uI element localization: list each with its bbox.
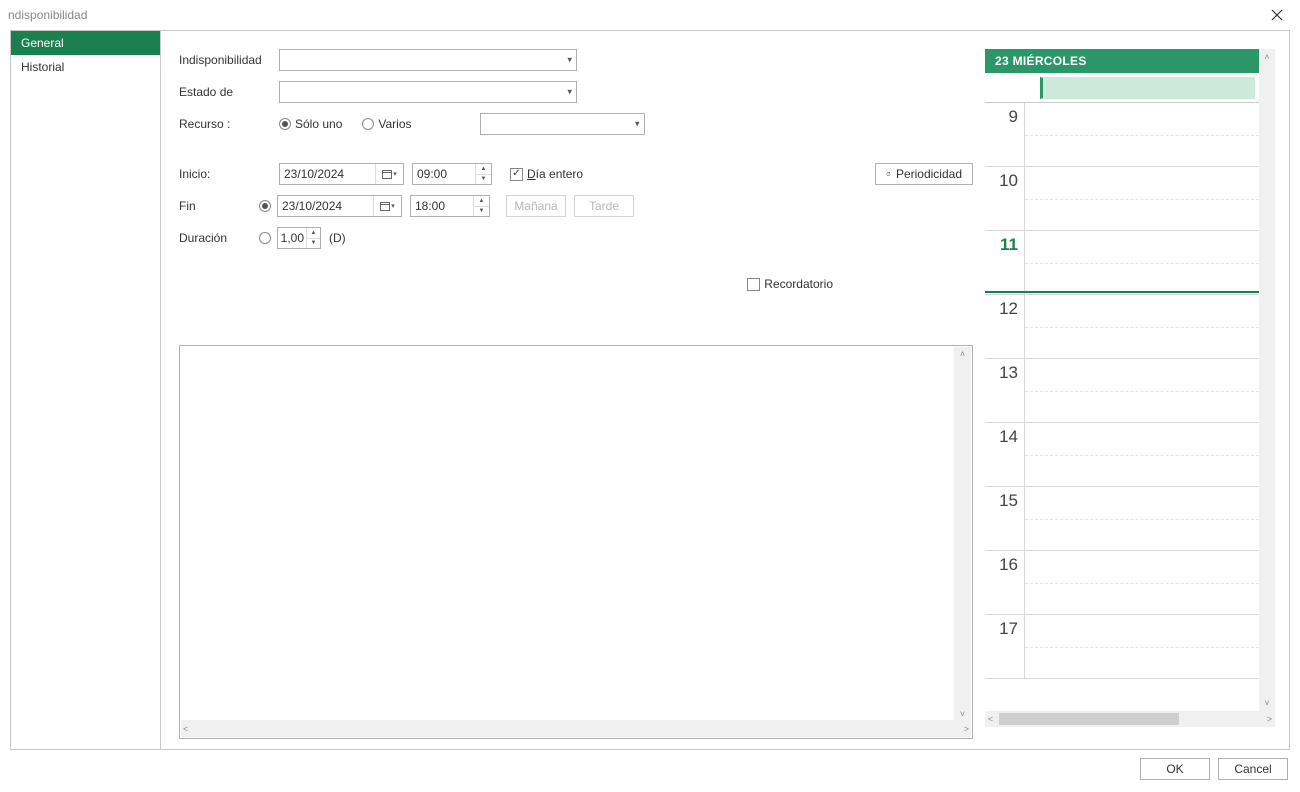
radio-dot-icon <box>362 118 374 130</box>
refresh-icon <box>886 168 891 180</box>
hour-label: 10 <box>985 167 1025 231</box>
spin-up-icon[interactable]: ▲ <box>476 164 491 175</box>
hour-slot[interactable] <box>1025 487 1259 551</box>
ok-button[interactable]: OK <box>1140 758 1210 780</box>
hour-slot[interactable] <box>1025 615 1259 679</box>
time-inicio[interactable]: 09:00 ▲▼ <box>412 163 492 185</box>
scrollbar-vertical[interactable]: ˄ ˅ <box>954 347 971 721</box>
hour-slot[interactable] <box>1025 231 1259 295</box>
spin-up-icon[interactable]: ▲ <box>307 228 320 239</box>
spin-down-icon[interactable]: ▼ <box>474 207 489 217</box>
hour-label: 14 <box>985 423 1025 487</box>
date-inicio[interactable]: 23/10/2024 ▾ <box>279 163 404 185</box>
hour-slot[interactable] <box>1025 551 1259 615</box>
label-recurso: Recurso : <box>179 117 279 131</box>
scroll-right-icon[interactable]: ˃ <box>964 724 969 734</box>
radio-dot-icon <box>279 118 291 130</box>
hour-label: 9 <box>985 103 1025 167</box>
scroll-down-icon[interactable]: ˅ <box>1264 698 1269 708</box>
scrollbar-horizontal[interactable]: ˂ ˃ <box>181 720 971 737</box>
tab-general[interactable]: General <box>11 31 160 55</box>
window-title: ndisponibilidad <box>8 8 87 22</box>
checkbox-dia-entero[interactable]: Día entero <box>510 167 583 181</box>
cancel-button[interactable]: Cancel <box>1218 758 1288 780</box>
calendar-icon[interactable]: ▾ <box>373 196 401 216</box>
calendar-allday-row <box>985 73 1259 103</box>
notes-textarea[interactable]: ˄ ˅ ˂ ˃ <box>179 345 973 739</box>
tab-historial[interactable]: Historial <box>11 55 160 79</box>
duracion-unit: (D) <box>329 231 346 245</box>
hour-label: 13 <box>985 359 1025 423</box>
spin-down-icon[interactable]: ▼ <box>476 175 491 185</box>
calendar-hour-row[interactable]: 16 <box>985 551 1259 615</box>
scroll-up-icon[interactable]: ˄ <box>1264 52 1269 62</box>
checkbox-recordatorio[interactable]: Recordatorio <box>747 277 833 291</box>
calendar-header: 23 MIÉRCOLES <box>985 49 1259 73</box>
calendar-hour-row[interactable]: 15 <box>985 487 1259 551</box>
calendar-hour-row[interactable]: 14 <box>985 423 1259 487</box>
combo-estado[interactable]: ▾ <box>279 81 577 103</box>
allday-event[interactable] <box>1040 77 1255 99</box>
calendar-hour-row[interactable]: 9 <box>985 103 1259 167</box>
calendar-hour-row[interactable]: 12 <box>985 295 1259 359</box>
check-icon <box>510 168 523 181</box>
combo-indisponibilidad[interactable]: ▾ <box>279 49 577 71</box>
hour-label: 16 <box>985 551 1025 615</box>
spin-down-icon[interactable]: ▼ <box>307 239 320 249</box>
hour-slot[interactable] <box>1025 359 1259 423</box>
radio-fin[interactable] <box>259 200 271 212</box>
calendar-scroll-vertical[interactable]: ˄ ˅ <box>1259 49 1275 711</box>
button-periodicidad[interactable]: Periodicidad <box>875 163 973 185</box>
radio-dot-icon <box>259 200 271 212</box>
time-fin[interactable]: 18:00 ▲▼ <box>410 195 490 217</box>
radio-varios[interactable]: Varios <box>362 117 411 131</box>
scroll-left-icon[interactable]: ˂ <box>183 724 188 734</box>
now-line <box>985 291 1259 293</box>
combo-recurso[interactable]: ▾ <box>480 113 645 135</box>
spin-duracion[interactable]: 1,00 ▲▼ <box>277 227 321 249</box>
label-indisponibilidad: Indisponibilidad <box>179 53 279 67</box>
scroll-left-icon[interactable]: ˂ <box>988 714 993 724</box>
radio-duracion[interactable] <box>259 232 271 244</box>
calendar-icon[interactable]: ▾ <box>375 164 403 184</box>
hour-label: 12 <box>985 295 1025 359</box>
spin-up-icon[interactable]: ▲ <box>474 196 489 207</box>
hour-slot[interactable] <box>1025 423 1259 487</box>
calendar-hour-row[interactable]: 11 <box>985 231 1259 295</box>
close-icon <box>1271 9 1283 21</box>
hour-slot[interactable] <box>1025 167 1259 231</box>
calendar-scroll-horizontal[interactable]: ˂ ˃ <box>985 711 1275 727</box>
close-button[interactable] <box>1262 1 1292 29</box>
calendar-hour-row[interactable]: 10 <box>985 167 1259 231</box>
date-fin[interactable]: 23/10/2024 ▾ <box>277 195 402 217</box>
side-tabs: General Historial <box>11 31 161 749</box>
hour-slot[interactable] <box>1025 103 1259 167</box>
scroll-right-icon[interactable]: ˃ <box>1267 714 1272 724</box>
hour-label: 11 <box>985 231 1025 295</box>
scroll-down-icon[interactable]: ˅ <box>960 709 965 719</box>
check-icon <box>747 278 760 291</box>
calendar-hour-row[interactable]: 13 <box>985 359 1259 423</box>
radio-solo-uno[interactable]: Sólo uno <box>279 117 342 131</box>
radio-dot-icon <box>259 232 271 244</box>
hour-label: 15 <box>985 487 1025 551</box>
scroll-thumb[interactable] <box>999 713 1179 725</box>
scroll-up-icon[interactable]: ˄ <box>960 349 965 359</box>
hour-label: 17 <box>985 615 1025 679</box>
hour-slot[interactable] <box>1025 295 1259 359</box>
button-tarde: Tarde <box>574 195 634 217</box>
calendar-grid[interactable]: 91011121314151617 <box>985 103 1259 679</box>
button-manana: Mañana <box>506 195 566 217</box>
label-inicio: Inicio: <box>179 167 279 181</box>
label-estado: Estado de <box>179 85 279 99</box>
calendar-hour-row[interactable]: 17 <box>985 615 1259 679</box>
